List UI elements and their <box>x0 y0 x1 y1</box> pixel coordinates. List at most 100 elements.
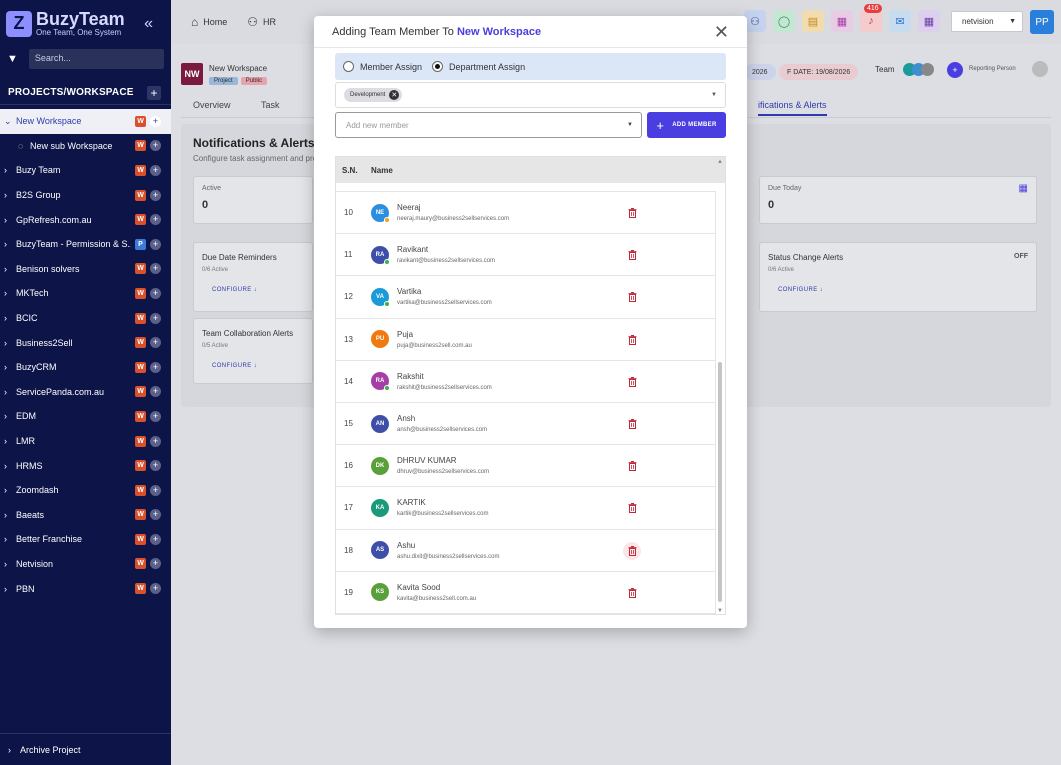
delete-member-icon[interactable] <box>623 457 641 475</box>
delete-member-icon[interactable] <box>623 331 641 349</box>
add-member-button[interactable]: + ADD MEMBER <box>647 112 726 138</box>
archive-project-link[interactable]: › Archive Project <box>0 733 171 765</box>
status-dot <box>384 258 390 265</box>
delete-member-icon[interactable] <box>623 373 641 391</box>
chevron-down-icon[interactable]: ▼ <box>627 122 633 128</box>
add-sub-item-icon[interactable]: + <box>150 533 161 545</box>
sidebar-item[interactable]: › Zoomdash W + <box>0 478 171 503</box>
delete-member-icon[interactable] <box>623 246 641 264</box>
add-sub-item-icon[interactable]: + <box>150 115 161 127</box>
sidebar-item[interactable]: › MKTech W + <box>0 281 171 306</box>
department-select[interactable]: Development ✕ ▼ <box>335 82 726 108</box>
delete-member-icon[interactable] <box>623 541 641 560</box>
add-sub-item-icon[interactable]: + <box>150 164 161 176</box>
chevron-right-icon: › <box>4 263 7 274</box>
team-icon[interactable]: ⚇ <box>744 10 766 32</box>
department-assign-radio[interactable] <box>432 61 444 72</box>
add-project-button[interactable]: + <box>147 85 161 100</box>
chevron-right-icon: › <box>4 485 7 496</box>
user-avatar[interactable]: PP <box>1030 10 1054 34</box>
member-avatar: KS <box>371 583 389 602</box>
add-sub-item-icon[interactable]: + <box>150 484 161 496</box>
add-sub-item-icon[interactable]: + <box>150 410 161 422</box>
scroll-thumb[interactable] <box>718 362 722 602</box>
add-sub-item-icon[interactable]: + <box>150 238 161 250</box>
sidebar-item[interactable]: › B2S Group W + <box>0 183 171 208</box>
add-sub-item-icon[interactable]: + <box>150 337 161 349</box>
configure-collab-link[interactable]: CONFIGURE ↓ <box>212 363 257 369</box>
sidebar-item[interactable]: › ServicePanda.com.au W + <box>0 380 171 405</box>
add-sub-item-icon[interactable]: + <box>150 312 161 324</box>
sidebar-item[interactable]: ◌ New sub Workspace W + <box>0 134 171 159</box>
tab-notifications[interactable]: ifications & Alerts <box>758 100 827 116</box>
sidebar-item[interactable]: › BuzyTeam - Permission & S... P + <box>0 232 171 257</box>
sidebar-item[interactable]: › Buzy Team W + <box>0 158 171 183</box>
sidebar-item[interactable]: › Business2Sell W + <box>0 330 171 355</box>
sidebar-item[interactable]: › PBN W + <box>0 576 171 601</box>
team-avatars[interactable] <box>903 63 934 76</box>
clipboard-icon[interactable]: ▤ <box>802 10 824 32</box>
delete-member-icon[interactable] <box>623 415 641 433</box>
nav-hr[interactable]: ⚇ HR <box>247 15 276 29</box>
sidebar-item[interactable]: ⌄ New Workspace W + <box>0 109 171 134</box>
sidebar-item[interactable]: › EDM W + <box>0 404 171 429</box>
status-toggle[interactable]: OFF <box>1014 253 1028 260</box>
sidebar-item[interactable]: › BuzyCRM W + <box>0 355 171 380</box>
add-sub-item-icon[interactable]: + <box>150 140 161 152</box>
add-sub-item-icon[interactable]: + <box>150 189 161 201</box>
add-sub-item-icon[interactable]: + <box>150 558 161 570</box>
sidebar-item[interactable]: › Netvision W + <box>0 552 171 577</box>
mail-icon[interactable]: ✉ <box>889 10 911 32</box>
add-team-member-icon[interactable]: + <box>947 62 963 78</box>
nav-home[interactable]: ⌂ Home <box>191 15 227 29</box>
configure-status-link[interactable]: CONFIGURE ↓ <box>778 287 823 293</box>
chat-icon[interactable]: ◯ <box>773 10 795 32</box>
tab-overview[interactable]: Overview <box>193 100 231 110</box>
filter-icon[interactable]: ▼ <box>7 53 21 65</box>
sidebar-item[interactable]: › Baeats W + <box>0 503 171 528</box>
add-sub-item-icon[interactable]: + <box>150 460 161 472</box>
table-row: 17 KA KARTIK kartik@business2sellservices.c… <box>336 487 716 530</box>
delete-member-icon[interactable] <box>623 204 641 222</box>
add-sub-item-icon[interactable]: + <box>150 509 161 521</box>
sidebar-item[interactable]: › Benison solvers W + <box>0 257 171 282</box>
scroll-down-icon[interactable]: ▼ <box>717 608 723 614</box>
add-sub-item-icon[interactable]: + <box>150 386 161 398</box>
member-email: rakshit@business2sellservices.com <box>397 384 492 391</box>
sidebar-item[interactable]: › Better Franchise W + <box>0 527 171 552</box>
collapse-sidebar-icon[interactable]: « <box>144 15 153 33</box>
bell-icon[interactable]: ♪ 416 <box>860 4 882 32</box>
workspace-select[interactable]: netvision ▼ <box>951 11 1023 32</box>
schedule-icon[interactable]: ▦ <box>918 10 940 32</box>
reporting-person-avatar[interactable] <box>1032 61 1048 77</box>
table-scrollbar[interactable]: ▲ ▼ <box>715 157 725 614</box>
calendar-icon[interactable]: ▦ <box>831 10 853 32</box>
remove-chip-icon[interactable]: ✕ <box>389 90 400 100</box>
sidebar-item[interactable]: › HRMS W + <box>0 453 171 478</box>
delete-member-icon[interactable] <box>623 288 641 306</box>
add-sub-item-icon[interactable]: + <box>150 263 161 275</box>
department-chip: Development ✕ <box>344 88 403 102</box>
chevron-down-icon[interactable]: ▼ <box>711 92 717 98</box>
member-email: dhruv@business2sellservices.com <box>397 469 490 476</box>
scroll-up-icon[interactable]: ▲ <box>717 159 723 165</box>
table-row: 19 KS Kavita Sood kavita@business2sell.com.… <box>336 571 716 614</box>
add-sub-item-icon[interactable]: + <box>150 583 161 595</box>
configure-due-date-link[interactable]: CONFIGURE ↓ <box>212 287 257 293</box>
close-icon[interactable]: ✕ <box>714 23 729 41</box>
add-sub-item-icon[interactable]: + <box>150 361 161 373</box>
archive-label: Archive Project <box>20 744 81 755</box>
sidebar-item[interactable]: › BCIC W + <box>0 306 171 331</box>
add-sub-item-icon[interactable]: + <box>150 435 161 447</box>
sidebar-item[interactable]: › GpRefresh.com.au W + <box>0 207 171 232</box>
delete-member-icon[interactable] <box>623 499 641 517</box>
sidebar-search-input[interactable]: Search... <box>28 49 164 69</box>
delete-member-icon[interactable] <box>623 584 641 602</box>
add-sub-item-icon[interactable]: + <box>150 287 161 299</box>
tab-task[interactable]: Task <box>261 100 280 110</box>
member-assign-radio[interactable] <box>343 61 354 72</box>
sidebar-item[interactable]: › LMR W + <box>0 429 171 454</box>
member-name: Rakshit <box>397 371 424 381</box>
add-sub-item-icon[interactable]: + <box>150 214 161 226</box>
add-member-input[interactable]: Add new member ▼ <box>335 112 642 138</box>
